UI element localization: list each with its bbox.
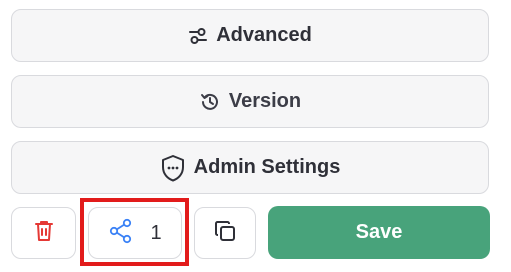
share-icon (108, 218, 134, 249)
sliders-icon (188, 26, 208, 46)
advanced-label: Advanced (216, 24, 312, 46)
shield-icon (160, 154, 186, 182)
delete-button[interactable] (11, 207, 76, 259)
admin-settings-button[interactable]: Admin Settings (11, 141, 489, 194)
admin-settings-label: Admin Settings (193, 156, 341, 178)
action-panel: Advanced Version Admin Settings 1 Save (0, 0, 511, 272)
trash-icon (33, 219, 55, 248)
save-button[interactable]: Save (268, 206, 490, 259)
copy-button[interactable] (194, 207, 256, 259)
share-button[interactable]: 1 (88, 207, 182, 259)
share-count: 1 (150, 221, 162, 244)
advanced-button[interactable]: Advanced (11, 9, 489, 62)
copy-icon (213, 219, 237, 248)
version-button[interactable]: Version (11, 75, 489, 128)
version-label: Version (228, 90, 302, 112)
history-icon (199, 91, 221, 113)
